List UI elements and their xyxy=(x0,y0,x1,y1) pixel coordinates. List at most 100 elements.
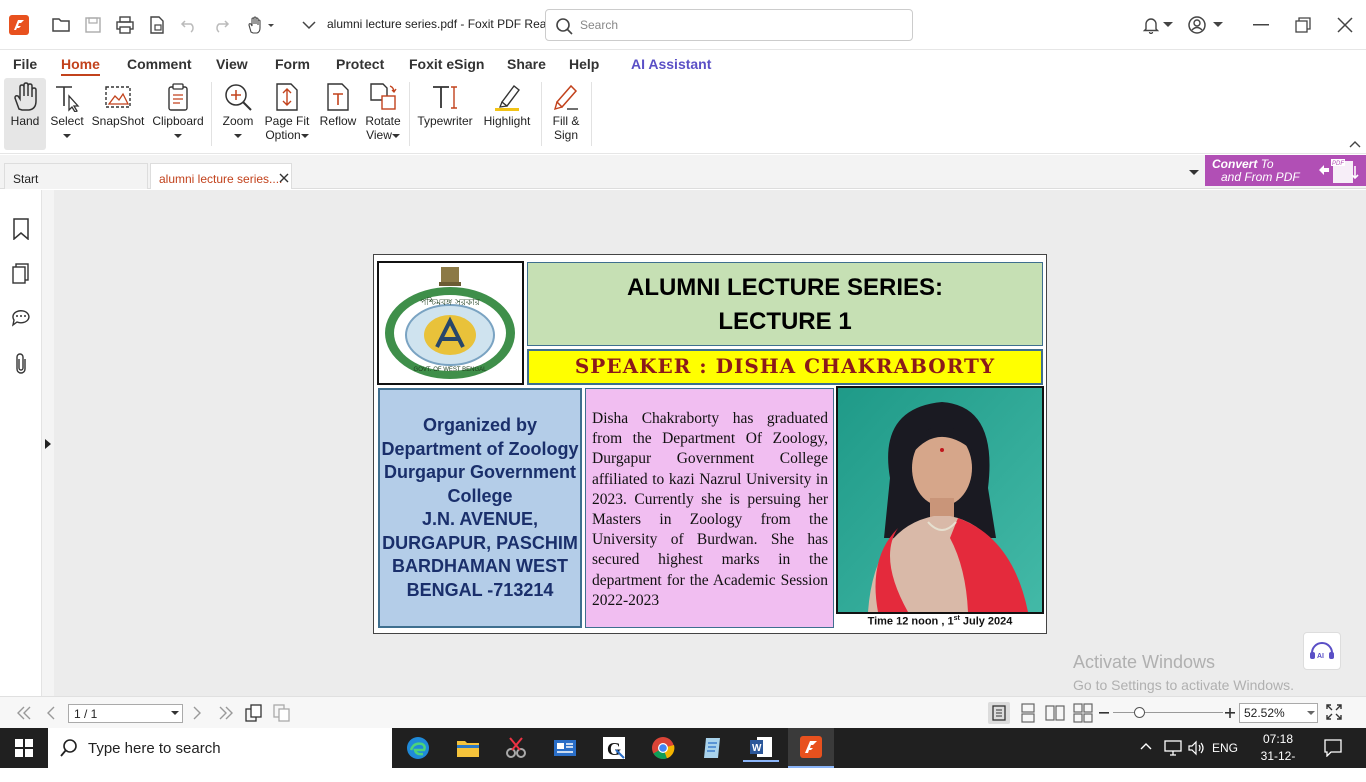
facing-page-icon[interactable] xyxy=(1044,702,1066,724)
undo-icon[interactable] xyxy=(176,12,202,38)
bookmark-icon[interactable] xyxy=(12,218,30,240)
zoom-button[interactable]: Zoom xyxy=(218,78,258,150)
notification-center-icon[interactable] xyxy=(1324,739,1342,757)
first-page-icon[interactable] xyxy=(16,706,32,720)
clipboard-dropdown-icon[interactable] xyxy=(174,134,182,139)
fullscreen-icon[interactable] xyxy=(1326,704,1342,720)
menu-ai-assistant[interactable]: AI Assistant xyxy=(631,56,711,72)
zoom-out-icon[interactable] xyxy=(1099,708,1109,718)
network-icon[interactable] xyxy=(1164,740,1182,756)
windows-start-icon[interactable] xyxy=(6,734,42,762)
search-box[interactable] xyxy=(545,9,913,41)
tab-start[interactable]: Start xyxy=(4,163,148,189)
zoom-in-small-icon[interactable] xyxy=(1225,708,1235,718)
zoom-slider-thumb[interactable] xyxy=(1134,707,1145,718)
search-icon xyxy=(556,18,573,35)
ai-assistant-float-button[interactable]: AI xyxy=(1303,632,1341,670)
close-icon[interactable] xyxy=(1332,12,1358,38)
hand-tool-button[interactable]: Hand xyxy=(4,78,46,150)
next-page-icon[interactable] xyxy=(192,706,202,720)
menu-file[interactable]: File xyxy=(13,56,37,72)
notepad-app-icon[interactable] xyxy=(694,734,730,762)
menu-home[interactable]: Home xyxy=(61,56,100,76)
hand-dropdown-icon[interactable] xyxy=(244,12,278,38)
single-page-view-button[interactable] xyxy=(988,702,1010,724)
menu-help[interactable]: Help xyxy=(569,56,599,72)
convert-to-from-pdf-banner[interactable]: Convert To and From PDF PDF xyxy=(1205,155,1366,186)
zoom-dropdown-icon[interactable] xyxy=(234,134,242,139)
redo-icon[interactable] xyxy=(208,12,234,38)
account-icon[interactable] xyxy=(1184,12,1210,38)
page-fit-dropdown-icon[interactable] xyxy=(300,134,309,139)
comments-icon[interactable] xyxy=(11,307,31,327)
continuous-facing-icon[interactable] xyxy=(1072,702,1094,724)
search-input[interactable] xyxy=(580,16,900,34)
navigation-panel xyxy=(0,190,42,696)
attachment-icon[interactable] xyxy=(12,353,30,375)
language-indicator[interactable]: ENG xyxy=(1212,741,1238,755)
select-dropdown-icon[interactable] xyxy=(63,134,71,139)
menu-share[interactable]: Share xyxy=(507,56,546,72)
page-dropdown-icon[interactable] xyxy=(171,711,179,716)
highlight-icon xyxy=(495,85,520,111)
select-tool-button[interactable]: Select xyxy=(48,78,86,150)
news-app-icon[interactable] xyxy=(547,734,583,762)
menu-foxit-esign[interactable]: Foxit eSign xyxy=(409,56,484,72)
menu-form[interactable]: Form xyxy=(275,56,310,72)
tab-alumni-lecture-series[interactable]: alumni lecture series.... xyxy=(150,163,292,189)
expand-panel-arrow-icon[interactable] xyxy=(44,438,52,450)
restore-icon[interactable] xyxy=(1290,12,1316,38)
save-icon[interactable] xyxy=(80,12,106,38)
org-line-6: DURGAPUR, PASCHIM xyxy=(382,532,578,553)
minimize-icon[interactable] xyxy=(1248,12,1274,38)
zoom-slider-track[interactable] xyxy=(1113,712,1223,713)
menu-comment[interactable]: Comment xyxy=(127,56,192,72)
clipboard-icon xyxy=(168,83,188,111)
zoom-level-dropdown-icon[interactable] xyxy=(1307,711,1315,716)
open-folder-icon[interactable] xyxy=(48,12,74,38)
clipboard-button[interactable]: Clipboard xyxy=(150,78,206,150)
word-app-icon[interactable]: W xyxy=(743,734,779,762)
panel-expander-strip[interactable] xyxy=(42,190,54,696)
tab-close-icon[interactable] xyxy=(279,173,289,183)
page-number-input[interactable]: 1 / 1 xyxy=(68,704,183,723)
speaker-photo xyxy=(836,386,1044,614)
page-thumbnails-icon[interactable] xyxy=(12,263,30,285)
menu-view[interactable]: View xyxy=(216,56,248,72)
quick-access-dropdown-icon[interactable] xyxy=(296,12,322,38)
notification-dropdown-icon[interactable] xyxy=(1160,12,1176,38)
edge-browser-icon[interactable] xyxy=(400,734,436,762)
volume-icon[interactable] xyxy=(1188,740,1206,756)
event-time: Time 12 noon , 1st July 2024 xyxy=(836,615,1044,628)
snipping-tool-icon[interactable] xyxy=(498,734,534,762)
clock[interactable]: 07:18 31-12-2024 xyxy=(1248,731,1308,782)
previous-page-icon[interactable] xyxy=(46,706,56,720)
previous-view-icon[interactable] xyxy=(245,704,263,722)
foxit-pdf-taskbar-icon[interactable] xyxy=(788,728,834,768)
rotate-view-button[interactable]: Rotate View xyxy=(362,78,404,150)
reflow-button[interactable]: Reflow xyxy=(316,78,360,150)
file-explorer-icon[interactable] xyxy=(450,734,486,762)
collapse-ribbon-icon[interactable] xyxy=(1349,140,1361,148)
page-fit-option-button[interactable]: Page Fit Option xyxy=(262,78,312,150)
last-page-icon[interactable] xyxy=(218,706,234,720)
highlight-button[interactable]: Highlight xyxy=(478,78,536,150)
zoom-level-select[interactable]: 52.52% xyxy=(1239,703,1318,723)
chrome-browser-icon[interactable] xyxy=(645,734,681,762)
account-dropdown-icon[interactable] xyxy=(1210,12,1226,38)
snapshot-button[interactable]: SnapShot xyxy=(90,78,146,150)
typewriter-button[interactable]: Typewriter xyxy=(416,78,474,150)
create-pdf-icon[interactable] xyxy=(144,12,170,38)
taskbar-search-box[interactable]: Type here to search xyxy=(48,728,392,768)
show-hidden-icons-icon[interactable] xyxy=(1140,742,1152,750)
tab-list-dropdown-icon[interactable] xyxy=(1189,170,1199,176)
tab-doc-label: alumni lecture series.... xyxy=(159,172,283,186)
logo-bottom-text: GOVT. OF WEST BENGAL xyxy=(414,367,488,373)
menu-protect[interactable]: Protect xyxy=(336,56,384,72)
print-icon[interactable] xyxy=(112,12,138,38)
continuous-page-icon[interactable] xyxy=(1017,702,1039,724)
rotate-dropdown-icon[interactable] xyxy=(391,134,400,139)
next-view-icon[interactable] xyxy=(273,704,291,722)
grammarly-app-icon[interactable]: G xyxy=(596,734,632,762)
fill-and-sign-button[interactable]: Fill & Sign xyxy=(546,78,586,150)
